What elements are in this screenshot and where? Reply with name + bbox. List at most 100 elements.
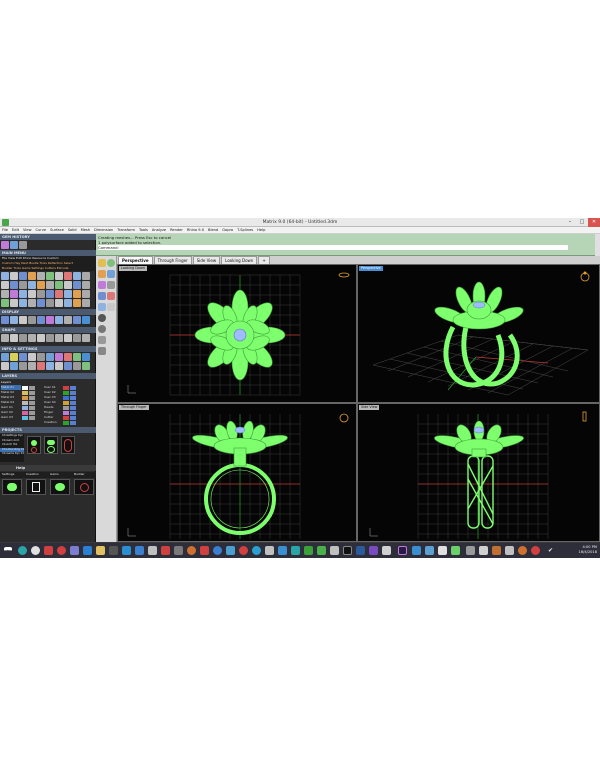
layer-color-swatch[interactable] — [22, 390, 28, 395]
tool-icon[interactable] — [10, 281, 18, 289]
close-button[interactable]: ✕ — [588, 218, 600, 227]
tab-side-view[interactable]: Side View — [192, 256, 221, 264]
snap-icon[interactable] — [64, 334, 72, 342]
tool-icon[interactable] — [28, 272, 36, 280]
display-header[interactable]: DISPLAY — [0, 309, 96, 315]
tool-icon[interactable] — [28, 316, 36, 324]
dimension-icon[interactable] — [98, 347, 106, 355]
menu-analyze[interactable]: Analyze — [152, 227, 166, 233]
layer-color-swatch[interactable] — [22, 405, 28, 410]
help-button[interactable]: Help — [16, 466, 25, 470]
premiere-icon[interactable] — [398, 546, 407, 555]
project-thumbnail[interactable] — [61, 436, 75, 454]
tool-icon[interactable] — [73, 272, 81, 280]
layer-lock-icon[interactable] — [70, 420, 76, 425]
menu-rhino[interactable]: Rhino 9.0 — [187, 227, 204, 233]
viewport-label[interactable]: Looking Down — [119, 266, 147, 271]
tool-icon[interactable] — [28, 281, 36, 289]
tool-icon[interactable] — [19, 353, 27, 361]
layer-color-swatch[interactable] — [22, 410, 28, 415]
viewport-side-view[interactable]: Side View — [357, 403, 600, 542]
layer-lock-icon[interactable] — [29, 405, 35, 410]
menu-transform[interactable]: Transform — [117, 227, 135, 233]
minimize-button[interactable]: – — [564, 218, 576, 227]
app-icon[interactable] — [382, 546, 391, 555]
layer-lock-icon[interactable] — [70, 410, 76, 415]
layer-lock-icon[interactable] — [29, 410, 35, 415]
tool-icon[interactable] — [37, 362, 45, 370]
layer-lock-icon[interactable] — [29, 390, 35, 395]
tool-icon[interactable] — [73, 299, 81, 307]
layer-lock-icon[interactable] — [70, 390, 76, 395]
tool-icon[interactable] — [64, 316, 72, 324]
tool-icon[interactable] — [37, 272, 45, 280]
tool-icon[interactable] — [82, 290, 90, 298]
app-icon[interactable] — [200, 546, 209, 555]
tool-icon[interactable] — [1, 316, 9, 324]
layer-lock-icon[interactable] — [29, 395, 35, 400]
firefox-icon[interactable] — [187, 546, 196, 555]
app-icon[interactable] — [438, 546, 447, 555]
info-settings-header[interactable]: INFO & SETTINGS — [0, 346, 96, 352]
snap-icon[interactable] — [28, 334, 36, 342]
menu-view[interactable]: View — [23, 227, 32, 233]
menu-help[interactable]: Help — [257, 227, 265, 233]
viewport-through-finger[interactable]: Through Finger — [117, 403, 357, 542]
snap-icon[interactable] — [55, 334, 63, 342]
project-item[interactable]: CX-Gems Dyn 01 — [0, 452, 24, 457]
tool-icon[interactable] — [10, 299, 18, 307]
tool-icon[interactable] — [19, 299, 27, 307]
menu-render[interactable]: Render — [170, 227, 183, 233]
tool-icon[interactable] — [64, 353, 72, 361]
app-icon[interactable] — [70, 546, 79, 555]
layer-color-swatch[interactable] — [63, 400, 69, 405]
tab-gems[interactable]: Gems — [48, 472, 72, 478]
tool-icon[interactable] — [1, 299, 9, 307]
viewport-label[interactable]: Through Finger — [119, 405, 149, 410]
tool-icon[interactable] — [82, 316, 90, 324]
tool-icon[interactable] — [1, 353, 9, 361]
maximize-button[interactable]: □ — [576, 218, 588, 227]
app-icon[interactable] — [174, 546, 183, 555]
tab-builder[interactable]: Builder — [72, 472, 96, 478]
tool-icon[interactable] — [82, 272, 90, 280]
tool-icon[interactable] — [10, 272, 18, 280]
file-explorer-icon[interactable] — [96, 546, 105, 555]
gem-history-header[interactable]: GEM HISTORY — [0, 234, 96, 240]
tool-icon[interactable] — [46, 353, 54, 361]
layer-color-swatch[interactable] — [63, 390, 69, 395]
layer-color-swatch[interactable] — [63, 395, 69, 400]
tool-icon[interactable] — [37, 353, 45, 361]
snap-icon[interactable] — [73, 334, 81, 342]
tool-icon[interactable] — [55, 316, 63, 324]
snap-icon[interactable] — [46, 334, 54, 342]
tool-icon[interactable] — [55, 290, 63, 298]
layer-color-swatch[interactable] — [22, 415, 28, 420]
tool-icon[interactable] — [64, 362, 72, 370]
tab-through-finger[interactable]: Through Finger — [153, 256, 192, 264]
surface-icon[interactable] — [98, 281, 106, 289]
tool-icon[interactable] — [37, 299, 45, 307]
menu-dimension[interactable]: Dimension — [94, 227, 113, 233]
tool-icon[interactable] — [10, 316, 18, 324]
boolean-icon[interactable] — [107, 303, 115, 311]
menu-solid[interactable]: Solid — [68, 227, 77, 233]
history-icon[interactable] — [1, 241, 9, 249]
tool-icon[interactable] — [37, 316, 45, 324]
layers-header[interactable]: LAYERS — [0, 373, 96, 379]
tool-icon[interactable] — [46, 316, 54, 324]
tool-icon[interactable] — [82, 353, 90, 361]
app-icon[interactable] — [343, 546, 352, 555]
layer-lock-icon[interactable] — [70, 395, 76, 400]
chrome-icon[interactable] — [31, 546, 40, 555]
layer-lock-icon[interactable] — [70, 415, 76, 420]
snap-icon[interactable] — [1, 334, 9, 342]
gem-icon[interactable] — [98, 303, 106, 311]
tool-icon[interactable] — [55, 281, 63, 289]
app-icon[interactable] — [412, 546, 421, 555]
tool-icon[interactable] — [19, 316, 27, 324]
tool-icon[interactable] — [37, 281, 45, 289]
add-tab-button[interactable]: + — [258, 256, 270, 264]
dropbox-icon[interactable] — [278, 546, 287, 555]
preview-thumbnail[interactable] — [26, 479, 46, 495]
